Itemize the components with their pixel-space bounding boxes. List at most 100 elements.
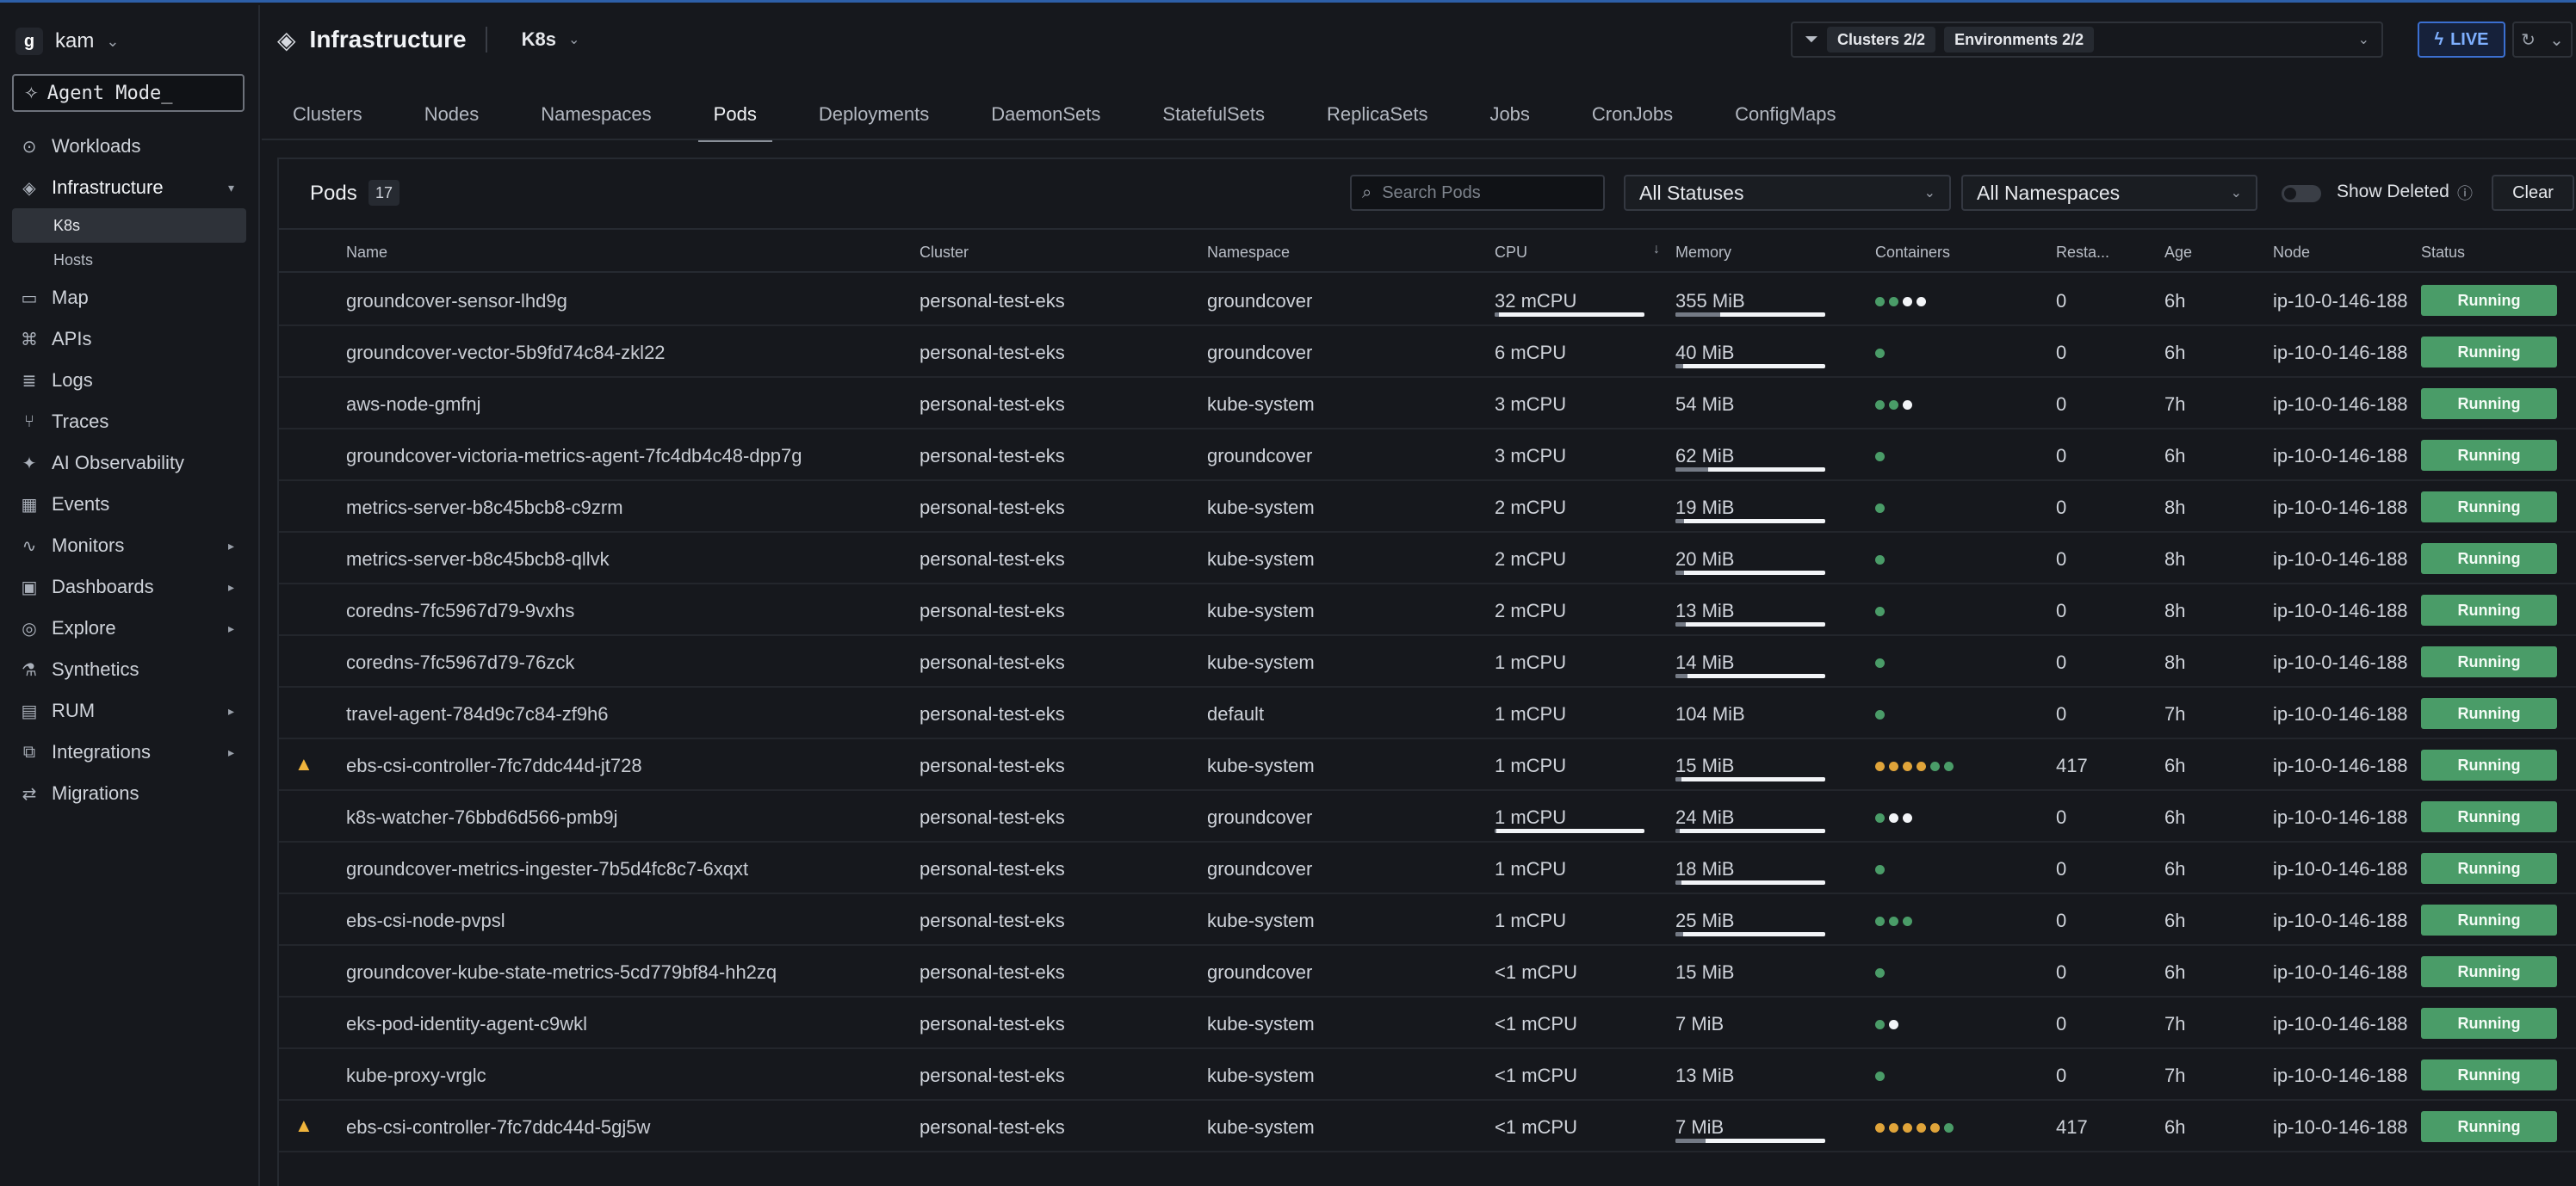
tab-pods[interactable]: Pods [683,89,788,142]
sidebar-item-rum[interactable]: ▤ RUM ▸ [12,690,246,732]
containers-indicator[interactable] [1875,968,1885,978]
search-input[interactable] [1382,182,1611,203]
tab-clusters[interactable]: Clusters [262,89,393,140]
refresh-icon[interactable]: ↻ [2521,29,2536,51]
column-header-cluster[interactable]: Cluster [920,244,969,262]
column-header-memory[interactable]: Memory [1675,244,1731,262]
cell-name[interactable]: ebs-csi-controller-7fc7ddc44d-jt728 [346,755,642,777]
caret-down-icon[interactable]: ▾ [228,181,234,195]
show-deleted-toggle[interactable] [2282,185,2321,202]
sidebar-item-infrastructure[interactable]: ◈ Infrastructure ▾ [12,167,246,208]
cell-name[interactable]: groundcover-victoria-metrics-agent-7fc4d… [346,445,802,467]
cell-name[interactable]: travel-agent-784d9c7c84-zf9h6 [346,703,609,726]
table-row[interactable]: ebs-csi-node-pvpsl personal-test-eks kube-… [279,894,2576,946]
containers-indicator[interactable] [1875,762,1954,771]
cell-name[interactable]: metrics-server-b8c45bcb8-qllvk [346,548,610,571]
column-header-namespace[interactable]: Namespace [1207,244,1290,262]
table-row[interactable]: coredns-7fc5967d79-76zck personal-test-ek… [279,636,2576,688]
tab-namespaces[interactable]: Namespaces [510,89,682,140]
clusters-filter-chip[interactable]: Clusters 2/2 [1827,27,1936,53]
tab-nodes[interactable]: Nodes [393,89,511,140]
table-row[interactable]: groundcover-sensor-lhd9g personal-test-ek… [279,275,2576,326]
cell-name[interactable]: groundcover-vector-5b9fd74c84-zkl22 [346,342,666,364]
sidebar-item-logs[interactable]: ≣ Logs [12,360,246,401]
table-row[interactable]: groundcover-kube-state-metrics-5cd779bf8… [279,946,2576,998]
tab-replicasets[interactable]: ReplicaSets [1296,89,1458,140]
column-header-status[interactable]: Status [2421,244,2465,262]
sidebar-item-workloads[interactable]: ⊙ Workloads [12,126,246,167]
sidebar-item-synthetics[interactable]: ⚗ Synthetics [12,649,246,690]
cell-name[interactable]: eks-pod-identity-agent-c9wkl [346,1013,587,1035]
containers-indicator[interactable] [1875,555,1885,565]
tab-configmaps[interactable]: ConfigMaps [1704,89,1867,140]
containers-indicator[interactable] [1875,349,1885,358]
info-icon[interactable]: ⓘ [2457,182,2473,204]
column-header-restarts[interactable]: Resta... [2056,244,2109,262]
chevron-down-icon[interactable]: ⌄ [568,31,579,48]
containers-indicator[interactable] [1875,658,1885,668]
sidebar-item-ai-observability[interactable]: ✦ AI Observability [12,442,246,484]
containers-indicator[interactable] [1875,865,1885,874]
agent-mode-input[interactable]: ✧ Agent Mode_ [12,74,245,112]
containers-indicator[interactable] [1875,1020,1898,1029]
sidebar-item-dashboards[interactable]: ▣ Dashboards ▸ [12,566,246,608]
sidebar-subitem-hosts[interactable]: Hosts [12,243,246,277]
live-button[interactable]: ϟ LIVE [2418,22,2505,58]
cell-name[interactable]: coredns-7fc5967d79-76zck [346,652,574,674]
table-row[interactable]: eks-pod-identity-agent-c9wkl personal-tes… [279,998,2576,1049]
caret-right-icon[interactable]: ▸ [228,704,234,719]
containers-indicator[interactable] [1875,710,1885,720]
containers-indicator[interactable] [1875,400,1912,410]
sidebar-item-map[interactable]: ▭ Map [12,277,246,318]
sidebar-item-explore[interactable]: ◎ Explore ▸ [12,608,246,649]
containers-indicator[interactable] [1875,607,1885,616]
table-row[interactable]: k8s-watcher-76bbd6d566-pmb9j personal-tes… [279,791,2576,843]
table-row[interactable]: metrics-server-b8c45bcb8-c9zrm personal-t… [279,481,2576,533]
table-row[interactable]: groundcover-vector-5b9fd74c84-zkl22 perso… [279,326,2576,378]
sidebar-item-monitors[interactable]: ∿ Monitors ▸ [12,525,246,566]
sidebar-item-events[interactable]: ▦ Events [12,484,246,525]
sidebar-subitem-k8s[interactable]: K8s [12,208,246,243]
workspace-switcher[interactable]: g kam ⌄ [15,24,119,59]
sort-desc-icon[interactable]: ↓ [1653,242,1660,257]
cell-name[interactable]: metrics-server-b8c45bcb8-c9zrm [346,497,623,519]
table-row[interactable]: coredns-7fc5967d79-9vxhs personal-test-ek… [279,584,2576,636]
containers-indicator[interactable] [1875,452,1885,461]
tab-jobs[interactable]: Jobs [1458,89,1560,140]
tab-statefulsets[interactable]: StatefulSets [1131,89,1296,140]
table-row[interactable]: aws-node-gmfnj personal-test-eks kube-syst… [279,378,2576,429]
cell-name[interactable]: coredns-7fc5967d79-9vxhs [346,600,574,622]
containers-indicator[interactable] [1875,1072,1885,1081]
column-header-age[interactable]: Age [2164,244,2192,262]
table-row[interactable]: groundcover-victoria-metrics-agent-7fc4d… [279,429,2576,481]
table-row[interactable]: groundcover-metrics-ingester-7b5d4fc8c7-… [279,843,2576,894]
cell-name[interactable]: aws-node-gmfnj [346,393,481,416]
caret-right-icon[interactable]: ▸ [228,621,234,636]
cell-name[interactable]: ebs-csi-node-pvpsl [346,910,505,932]
cell-name[interactable]: kube-proxy-vrglc [346,1065,486,1087]
clear-button[interactable]: Clear [2492,175,2574,211]
cell-name[interactable]: ebs-csi-controller-7fc7ddc44d-5gj5w [346,1116,650,1139]
cell-name[interactable]: groundcover-metrics-ingester-7b5d4fc8c7-… [346,858,748,880]
containers-indicator[interactable] [1875,917,1912,926]
containers-indicator[interactable] [1875,297,1926,306]
table-row[interactable]: travel-agent-784d9c7c84-zf9h6 personal-te… [279,688,2576,739]
table-row[interactable]: ▲ ebs-csi-controller-7fc7ddc44d-5gj5w pers… [279,1101,2576,1152]
containers-indicator[interactable] [1875,813,1912,823]
caret-right-icon[interactable]: ▸ [228,539,234,553]
status-filter-select[interactable]: All Statuses ⌄ [1624,175,1951,211]
sidebar-item-integrations[interactable]: ⧉ Integrations ▸ [12,732,246,773]
tab-deployments[interactable]: Deployments [788,89,960,140]
containers-indicator[interactable] [1875,1123,1954,1133]
cell-name[interactable]: groundcover-kube-state-metrics-5cd779bf8… [346,961,777,984]
chevron-down-icon[interactable]: ⌄ [2358,31,2369,48]
refresh-control[interactable]: ↻ ⌄ [2512,22,2573,58]
environments-filter-chip[interactable]: Environments 2/2 [1944,27,2095,53]
sidebar-item-migrations[interactable]: ⇄ Migrations [12,773,246,814]
table-row[interactable]: metrics-server-b8c45bcb8-qllvk personal-t… [279,533,2576,584]
column-header-cpu[interactable]: CPU [1495,244,1527,262]
namespace-filter-select[interactable]: All Namespaces ⌄ [1961,175,2257,211]
scope-filters[interactable]: ⏷ Clusters 2/2 Environments 2/2 ⌄ [1791,22,2383,58]
containers-indicator[interactable] [1875,503,1885,513]
caret-right-icon[interactable]: ▸ [228,745,234,760]
